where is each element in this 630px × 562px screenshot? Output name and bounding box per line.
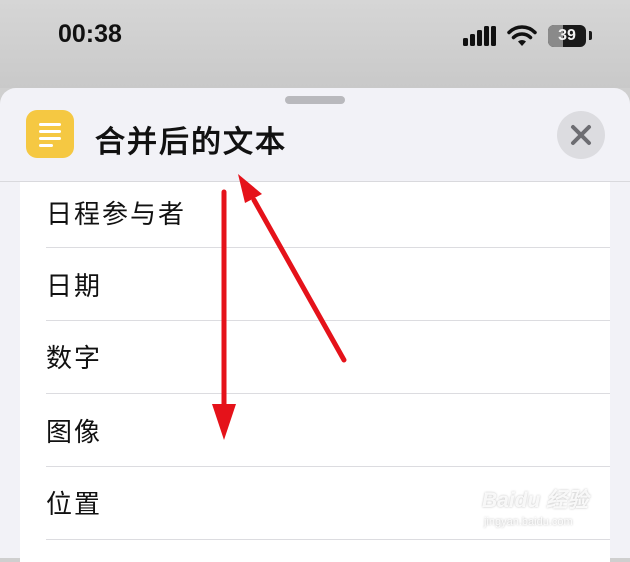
- annotation-arrow-down: [212, 189, 236, 440]
- watermark-url: jingyan.baidu.com: [484, 516, 573, 528]
- baidu-watermark: Baidu 经验 jingyan.baidu.com: [482, 484, 622, 544]
- watermark-logo: Baidu 经验: [482, 489, 589, 512]
- annotation-arrows: [212, 174, 347, 440]
- annotation-arrow-up-diagonal: [238, 174, 347, 363]
